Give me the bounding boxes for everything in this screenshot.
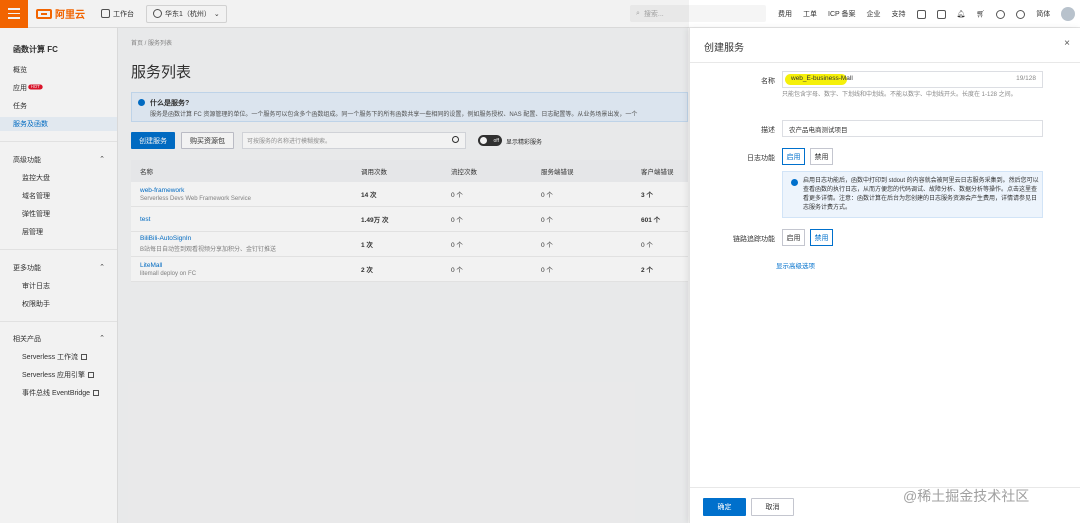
log-enable-button[interactable]: 启用: [782, 148, 805, 165]
service-name-input[interactable]: web_E-business-Mall 19/128: [782, 71, 1043, 88]
nav-link-enterprise[interactable]: 企业: [867, 9, 881, 19]
help-icon[interactable]: [1016, 9, 1026, 19]
close-icon[interactable]: ×: [1064, 38, 1070, 49]
nav-link-icp[interactable]: ICP 备案: [828, 9, 856, 19]
log-label: 日志功能: [747, 155, 775, 162]
service-name-value: web_E-business-Mall: [791, 75, 853, 82]
trace-label: 链路追踪功能: [733, 236, 775, 243]
trace-enable-button[interactable]: 启用: [782, 229, 805, 246]
log-disable-button[interactable]: 禁用: [810, 148, 833, 165]
image-icon[interactable]: [936, 9, 946, 19]
modal-backdrop[interactable]: [0, 0, 689, 523]
nav-link-billing[interactable]: 费用: [778, 9, 792, 19]
confirm-button[interactable]: 确定: [703, 498, 746, 516]
trace-disable-button[interactable]: 禁用: [810, 229, 833, 246]
drawer-title: 创建服务: [704, 43, 744, 54]
nav-link-support[interactable]: 支持: [892, 9, 906, 19]
bell-icon[interactable]: 🔔︎: [957, 10, 966, 18]
bulb-icon[interactable]: [996, 9, 1006, 19]
language-switch[interactable]: 简体: [1036, 9, 1050, 19]
watermark: @稀土掘金技术社区: [903, 488, 1030, 504]
cart-icon[interactable]: 🛒︎: [976, 10, 985, 18]
desc-label: 描述: [761, 127, 775, 134]
divider: [690, 62, 1080, 63]
char-counter: 19/128: [1016, 75, 1036, 82]
name-hint: 只能包含字母、数字、下划线和中划线。不能以数字、中划线开头。长度在 1-128 …: [782, 92, 1017, 98]
info-icon: [791, 179, 798, 186]
description-input[interactable]: 农产品电商测试项目: [782, 120, 1043, 137]
cancel-button[interactable]: 取消: [751, 498, 794, 516]
app-icon[interactable]: [916, 9, 926, 19]
log-info-text: 启用日志功能后，函数中打印到 stdout 的内容就会被阿里云日志服务采集到。然…: [803, 178, 1039, 211]
show-advanced-link[interactable]: 显示高级选项: [776, 260, 815, 270]
name-label: 名称: [761, 78, 775, 85]
create-service-drawer: 创建服务 × 名称 web_E-business-Mall 19/128 只能包…: [689, 28, 1080, 523]
log-info-box: 启用日志功能后，函数中打印到 stdout 的内容就会被阿里云日志服务采集到。然…: [782, 171, 1043, 218]
nav-link-ticket[interactable]: 工单: [803, 9, 817, 19]
avatar[interactable]: [1061, 7, 1076, 21]
